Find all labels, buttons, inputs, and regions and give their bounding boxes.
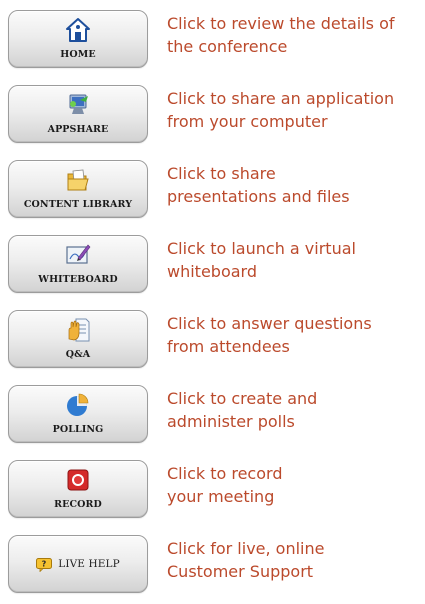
appshare-description: Click to share an application from your … <box>167 87 423 133</box>
content-library-button[interactable]: CONTENT LIBRARY <box>8 160 148 218</box>
raised-hand-icon <box>64 317 92 343</box>
polling-description: Click to create and administer polls <box>167 387 423 433</box>
qa-button[interactable]: Q&A <box>8 310 148 368</box>
appshare-description-line2: from your computer <box>167 112 328 131</box>
polling-description-line1: Click to create and <box>167 389 318 408</box>
qa-description: Click to answer questions from attendees <box>167 312 423 358</box>
row-content-library: CONTENT LIBRARY Click to share presentat… <box>0 160 425 224</box>
appshare-button-label: APPSHARE <box>47 124 109 135</box>
live-help-button[interactable]: ? LIVE HELP <box>8 535 148 593</box>
record-button-label: RECORD <box>54 499 102 510</box>
home-description-line2: the conference <box>167 37 288 56</box>
appshare-icon <box>64 92 92 118</box>
home-button-label: HOME <box>60 49 96 60</box>
whiteboard-icon <box>64 242 92 268</box>
live-help-button-label: LIVE HELP <box>58 558 120 570</box>
content-library-button-label: CONTENT LIBRARY <box>23 199 133 210</box>
row-qa: Q&A Click to answer questions from atten… <box>0 310 425 374</box>
row-appshare: APPSHARE Click to share an application f… <box>0 85 425 149</box>
polling-description-line2: administer polls <box>167 412 295 431</box>
whiteboard-button-label: WHITEBOARD <box>38 274 118 285</box>
qa-button-label: Q&A <box>65 349 91 360</box>
row-live-help: ? LIVE HELP Click for live, online Custo… <box>0 535 425 599</box>
live-help-button-content: ? LIVE HELP <box>9 536 147 592</box>
whiteboard-description: Click to launch a virtual whiteboard <box>167 237 423 283</box>
live-help-description: Click for live, online Customer Support <box>167 537 423 583</box>
whiteboard-description-line2: whiteboard <box>167 262 257 281</box>
content-library-description: Click to share presentations and files <box>167 162 423 208</box>
home-description: Click to review the details of the confe… <box>167 12 423 58</box>
row-polling: POLLING Click to create and administer p… <box>0 385 425 449</box>
polling-button-label: POLLING <box>52 424 104 435</box>
appshare-button[interactable]: APPSHARE <box>8 85 148 143</box>
whiteboard-button[interactable]: WHITEBOARD <box>8 235 148 293</box>
record-button[interactable]: RECORD <box>8 460 148 518</box>
row-record: RECORD Click to record your meeting <box>0 460 425 524</box>
polling-button[interactable]: POLLING <box>8 385 148 443</box>
live-help-description-line1: Click for live, online <box>167 539 325 558</box>
qa-description-line1: Click to answer questions <box>167 314 372 333</box>
record-description: Click to record your meeting <box>167 462 423 508</box>
row-whiteboard: WHITEBOARD Click to launch a virtual whi… <box>0 235 425 299</box>
record-icon <box>64 467 92 493</box>
live-help-description-line2: Customer Support <box>167 562 314 581</box>
content-library-description-line1: Click to share <box>167 164 276 183</box>
appshare-description-line1: Click to share an application <box>167 89 395 108</box>
content-library-description-line2: presentations and files <box>167 187 350 206</box>
qa-description-line2: from attendees <box>167 337 290 356</box>
help-icon: ? <box>36 557 53 573</box>
home-description-line1: Click to review the details of <box>167 14 395 33</box>
home-button[interactable]: HOME <box>8 10 148 68</box>
home-icon <box>64 17 92 43</box>
pie-chart-icon <box>64 392 92 418</box>
svg-text:?: ? <box>42 560 47 569</box>
row-home: HOME Click to review the details of the … <box>0 10 425 74</box>
whiteboard-description-line1: Click to launch a virtual <box>167 239 356 258</box>
folder-icon <box>64 167 92 193</box>
record-description-line1: Click to record <box>167 464 283 483</box>
record-description-line2: your meeting <box>167 487 275 506</box>
